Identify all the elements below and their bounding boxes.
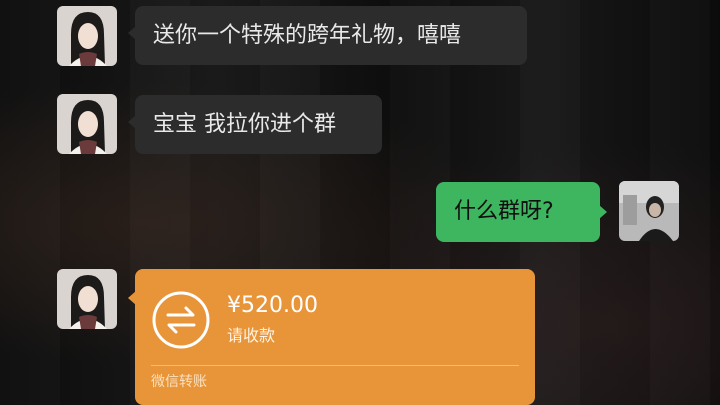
transfer-status: 请收款 — [227, 326, 276, 345]
contact-avatar[interactable] — [57, 94, 117, 154]
divider — [151, 365, 519, 366]
my-avatar[interactable] — [619, 181, 679, 241]
transfer-arrows-icon — [151, 290, 211, 350]
contact-avatar[interactable] — [57, 269, 117, 329]
message-bubble[interactable]: 宝宝 我拉你进个群 — [128, 95, 382, 154]
contact-avatar[interactable] — [57, 6, 117, 66]
transfer-card[interactable]: ¥520.00 请收款 微信转账 — [128, 269, 535, 405]
my-message-bubble[interactable]: 什么群呀? — [436, 182, 607, 242]
chat-window: 送你一个特殊的跨年礼物，嘻嘻 宝宝 我拉你进个群 什么群呀? ¥520.00 请… — [0, 0, 720, 405]
message-text: 宝宝 我拉你进个群 — [153, 111, 336, 137]
message-text: 送你一个特殊的跨年礼物，嘻嘻 — [153, 22, 462, 48]
message-text: 什么群呀? — [454, 199, 554, 224]
message-bubble[interactable]: 送你一个特殊的跨年礼物，嘻嘻 — [128, 6, 527, 65]
transfer-footer-label: 微信转账 — [151, 374, 207, 390]
transfer-amount: ¥520.00 — [227, 293, 318, 318]
